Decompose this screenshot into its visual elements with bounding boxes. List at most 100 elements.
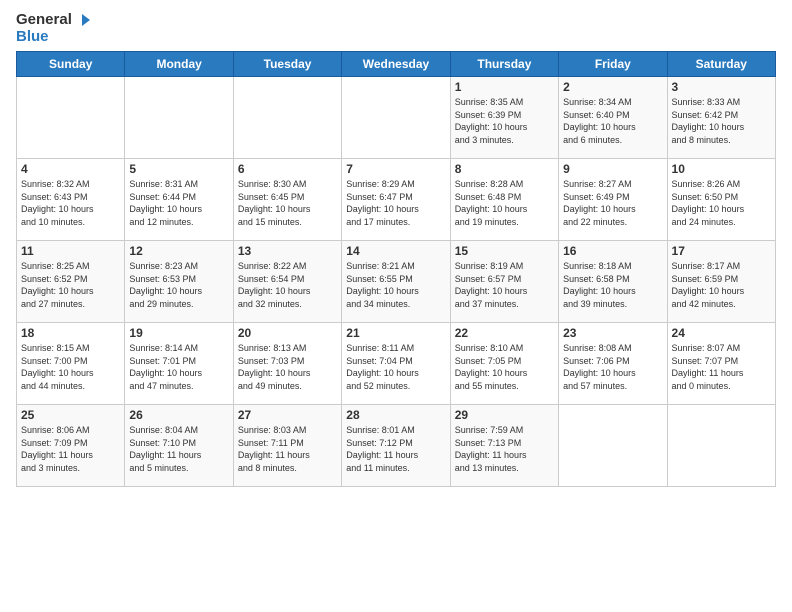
weekday-header-thursday: Thursday xyxy=(450,52,558,77)
day-number: 5 xyxy=(129,162,228,176)
day-cell xyxy=(233,77,341,159)
weekday-header-tuesday: Tuesday xyxy=(233,52,341,77)
day-info: Sunrise: 8:32 AM Sunset: 6:43 PM Dayligh… xyxy=(21,178,120,228)
week-row-5: 25 Sunrise: 8:06 AM Sunset: 7:09 PM Dayli… xyxy=(17,405,776,487)
day-cell: 21Sunrise: 8:11 AM Sunset: 7:04 PM Dayli… xyxy=(342,323,450,405)
day-number: 21 xyxy=(346,326,445,340)
day-cell: 11Sunrise: 8:25 AM Sunset: 6:52 PM Dayli… xyxy=(17,241,125,323)
calendar-table: SundayMondayTuesdayWednesdayThursdayFrid… xyxy=(16,51,776,487)
day-number: 14 xyxy=(346,244,445,258)
calendar-header: SundayMondayTuesdayWednesdayThursdayFrid… xyxy=(17,52,776,77)
day-number: 3 xyxy=(672,80,771,94)
day-cell: 27Sunrise: 8:03 AM Sunset: 7:11 PM Dayli… xyxy=(233,405,341,487)
day-number: 17 xyxy=(672,244,771,258)
day-number: 6 xyxy=(238,162,337,176)
header: General Blue xyxy=(16,12,776,45)
week-row-1: 1Sunrise: 8:35 AM Sunset: 6:39 PM Daylig… xyxy=(17,77,776,159)
day-cell xyxy=(17,77,125,159)
day-info: Sunrise: 7:59 AM Sunset: 7:13 PM Dayligh… xyxy=(455,424,554,474)
day-number: 25 xyxy=(21,408,120,422)
day-number: 13 xyxy=(238,244,337,258)
day-cell xyxy=(125,77,233,159)
day-number: 20 xyxy=(238,326,337,340)
day-info: Sunrise: 8:04 AM Sunset: 7:10 PM Dayligh… xyxy=(129,424,228,474)
day-number: 12 xyxy=(129,244,228,258)
logo-general: General xyxy=(16,12,90,29)
day-cell: 16 Sunrise: 8:18 AM Sunset: 6:58 PM Dayli… xyxy=(559,241,667,323)
day-cell: 17 Sunrise: 8:17 AM Sunset: 6:59 PM Dayli… xyxy=(667,241,775,323)
day-cell: 15 Sunrise: 8:19 AM Sunset: 6:57 PM Dayli… xyxy=(450,241,558,323)
logo: General Blue xyxy=(16,12,90,45)
day-number: 7 xyxy=(346,162,445,176)
calendar-body: 1Sunrise: 8:35 AM Sunset: 6:39 PM Daylig… xyxy=(17,77,776,487)
day-info: Sunrise: 8:27 AM Sunset: 6:49 PM Dayligh… xyxy=(563,178,662,228)
day-cell: 1Sunrise: 8:35 AM Sunset: 6:39 PM Daylig… xyxy=(450,77,558,159)
weekday-header-monday: Monday xyxy=(125,52,233,77)
day-cell: 6 Sunrise: 8:30 AM Sunset: 6:45 PM Daylig… xyxy=(233,159,341,241)
day-cell: 14 Sunrise: 8:21 AM Sunset: 6:55 PM Dayli… xyxy=(342,241,450,323)
day-number: 23 xyxy=(563,326,662,340)
day-number: 22 xyxy=(455,326,554,340)
day-cell: 26 Sunrise: 8:04 AM Sunset: 7:10 PM Dayli… xyxy=(125,405,233,487)
day-info: Sunrise: 8:10 AM Sunset: 7:05 PM Dayligh… xyxy=(455,342,554,392)
day-info: Sunrise: 8:15 AM Sunset: 7:00 PM Dayligh… xyxy=(21,342,120,392)
day-cell xyxy=(559,405,667,487)
day-info: Sunrise: 8:01 AM Sunset: 7:12 PM Dayligh… xyxy=(346,424,445,474)
day-info: Sunrise: 8:31 AM Sunset: 6:44 PM Dayligh… xyxy=(129,178,228,228)
weekday-header-saturday: Saturday xyxy=(667,52,775,77)
day-info: Sunrise: 8:14 AM Sunset: 7:01 PM Dayligh… xyxy=(129,342,228,392)
day-number: 4 xyxy=(21,162,120,176)
day-cell: 9 Sunrise: 8:27 AM Sunset: 6:49 PM Daylig… xyxy=(559,159,667,241)
logo-bird-icon xyxy=(74,12,90,28)
day-cell xyxy=(342,77,450,159)
day-info: Sunrise: 8:22 AM Sunset: 6:54 PM Dayligh… xyxy=(238,260,337,310)
day-info: Sunrise: 8:26 AM Sunset: 6:50 PM Dayligh… xyxy=(672,178,771,228)
day-info: Sunrise: 8:30 AM Sunset: 6:45 PM Dayligh… xyxy=(238,178,337,228)
day-number: 11 xyxy=(21,244,120,258)
logo-container: General Blue xyxy=(16,12,90,45)
day-number: 18 xyxy=(21,326,120,340)
day-cell: 20Sunrise: 8:13 AM Sunset: 7:03 PM Dayli… xyxy=(233,323,341,405)
day-number: 8 xyxy=(455,162,554,176)
day-cell xyxy=(667,405,775,487)
weekday-header-sunday: Sunday xyxy=(17,52,125,77)
day-info: Sunrise: 8:06 AM Sunset: 7:09 PM Dayligh… xyxy=(21,424,120,474)
day-cell: 2 Sunrise: 8:34 AM Sunset: 6:40 PM Daylig… xyxy=(559,77,667,159)
day-cell: 7Sunrise: 8:29 AM Sunset: 6:47 PM Daylig… xyxy=(342,159,450,241)
day-cell: 28 Sunrise: 8:01 AM Sunset: 7:12 PM Dayli… xyxy=(342,405,450,487)
day-info: Sunrise: 8:17 AM Sunset: 6:59 PM Dayligh… xyxy=(672,260,771,310)
day-cell: 5 Sunrise: 8:31 AM Sunset: 6:44 PM Daylig… xyxy=(125,159,233,241)
day-info: Sunrise: 8:35 AM Sunset: 6:39 PM Dayligh… xyxy=(455,96,554,146)
week-row-2: 4 Sunrise: 8:32 AM Sunset: 6:43 PM Daylig… xyxy=(17,159,776,241)
day-number: 2 xyxy=(563,80,662,94)
day-number: 9 xyxy=(563,162,662,176)
week-row-4: 18 Sunrise: 8:15 AM Sunset: 7:00 PM Dayli… xyxy=(17,323,776,405)
day-number: 29 xyxy=(455,408,554,422)
day-info: Sunrise: 8:07 AM Sunset: 7:07 PM Dayligh… xyxy=(672,342,771,392)
day-cell: 10Sunrise: 8:26 AM Sunset: 6:50 PM Dayli… xyxy=(667,159,775,241)
day-cell: 24 Sunrise: 8:07 AM Sunset: 7:07 PM Dayli… xyxy=(667,323,775,405)
day-info: Sunrise: 8:28 AM Sunset: 6:48 PM Dayligh… xyxy=(455,178,554,228)
day-info: Sunrise: 8:34 AM Sunset: 6:40 PM Dayligh… xyxy=(563,96,662,146)
day-cell: 23Sunrise: 8:08 AM Sunset: 7:06 PM Dayli… xyxy=(559,323,667,405)
day-number: 28 xyxy=(346,408,445,422)
logo-blue: Blue xyxy=(16,29,90,46)
day-cell: 13 Sunrise: 8:22 AM Sunset: 6:54 PM Dayli… xyxy=(233,241,341,323)
page: General Blue SundayMondayTuesdayWednesda… xyxy=(0,0,792,495)
day-number: 24 xyxy=(672,326,771,340)
day-info: Sunrise: 8:19 AM Sunset: 6:57 PM Dayligh… xyxy=(455,260,554,310)
day-number: 15 xyxy=(455,244,554,258)
day-info: Sunrise: 8:21 AM Sunset: 6:55 PM Dayligh… xyxy=(346,260,445,310)
day-info: Sunrise: 8:23 AM Sunset: 6:53 PM Dayligh… xyxy=(129,260,228,310)
day-cell: 3Sunrise: 8:33 AM Sunset: 6:42 PM Daylig… xyxy=(667,77,775,159)
day-number: 19 xyxy=(129,326,228,340)
day-cell: 8 Sunrise: 8:28 AM Sunset: 6:48 PM Daylig… xyxy=(450,159,558,241)
day-cell: 25 Sunrise: 8:06 AM Sunset: 7:09 PM Dayli… xyxy=(17,405,125,487)
day-cell: 4 Sunrise: 8:32 AM Sunset: 6:43 PM Daylig… xyxy=(17,159,125,241)
day-info: Sunrise: 8:18 AM Sunset: 6:58 PM Dayligh… xyxy=(563,260,662,310)
day-number: 16 xyxy=(563,244,662,258)
weekday-row: SundayMondayTuesdayWednesdayThursdayFrid… xyxy=(17,52,776,77)
day-cell: 19 Sunrise: 8:14 AM Sunset: 7:01 PM Dayli… xyxy=(125,323,233,405)
day-number: 26 xyxy=(129,408,228,422)
day-cell: 12 Sunrise: 8:23 AM Sunset: 6:53 PM Dayli… xyxy=(125,241,233,323)
